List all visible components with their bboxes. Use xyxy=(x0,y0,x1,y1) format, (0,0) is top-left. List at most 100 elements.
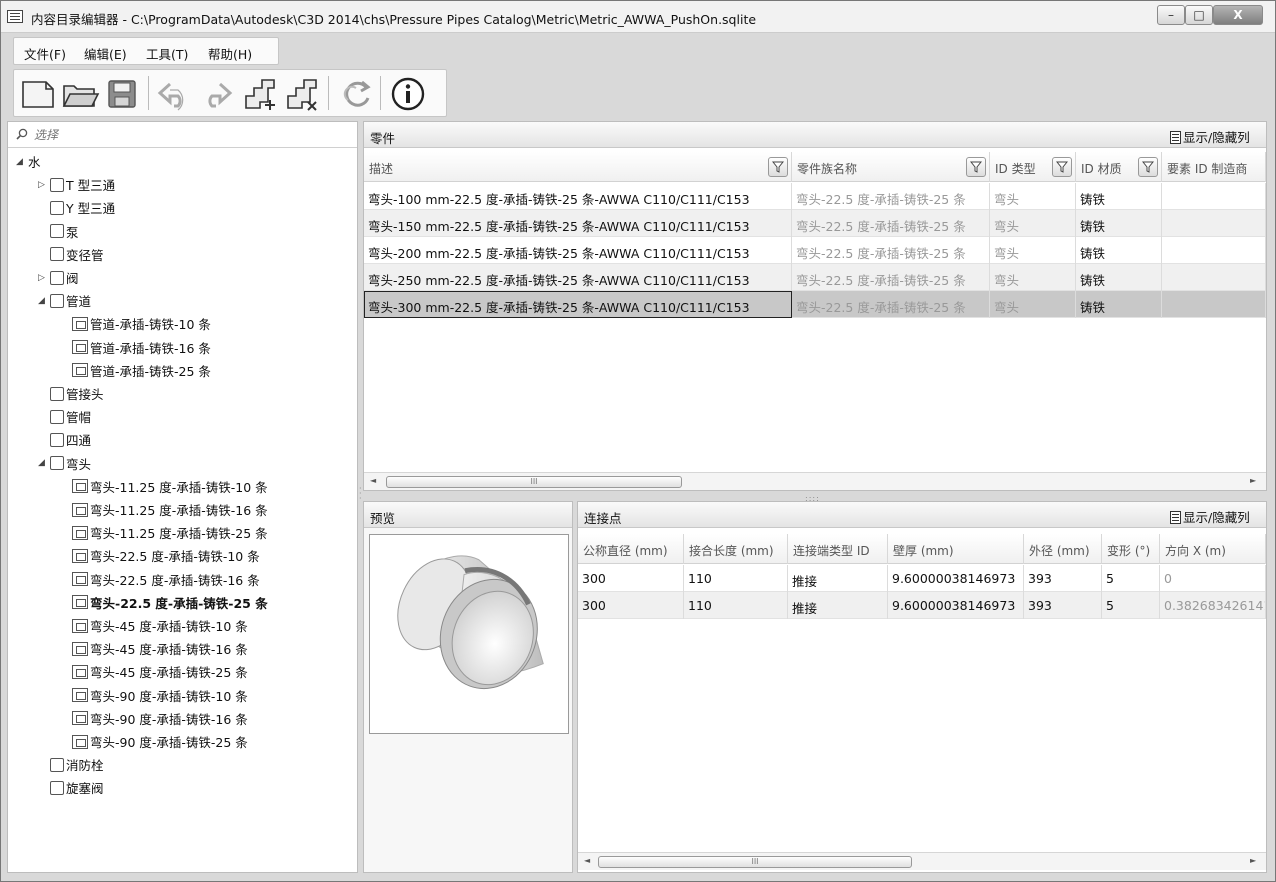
tree-item[interactable]: 弯头-22.5 度-承插-铸铁-16 条 xyxy=(60,570,260,592)
tree-item[interactable]: 变径管 xyxy=(38,245,104,267)
scroll-left-icon[interactable]: ◄ xyxy=(584,856,590,865)
undo-icon[interactable] xyxy=(154,74,194,114)
add-part-icon[interactable] xyxy=(240,74,280,114)
filter-icon[interactable] xyxy=(1138,157,1158,177)
tree-item[interactable]: 弯头-11.25 度-承插-铸铁-25 条 xyxy=(60,523,268,545)
connection-column-header[interactable]: 方向 X (m) xyxy=(1160,534,1266,564)
refresh-icon[interactable] xyxy=(336,74,376,114)
parts-column-header[interactable]: 描述 xyxy=(364,152,792,182)
table-cell[interactable] xyxy=(1162,264,1266,291)
table-cell[interactable]: 5 xyxy=(1102,565,1160,592)
tree-item[interactable]: 弯头-11.25 度-承插-铸铁-16 条 xyxy=(60,500,268,522)
parts-column-header[interactable]: 要素 ID 制造商 xyxy=(1162,152,1266,182)
redo-icon[interactable] xyxy=(196,74,236,114)
table-cell[interactable]: 弯头-100 mm-22.5 度-承插-铸铁-25 条-AWWA C110/C1… xyxy=(364,183,792,210)
scroll-right-icon[interactable]: ► xyxy=(1250,476,1256,485)
scroll-right-icon[interactable]: ► xyxy=(1250,856,1256,865)
search-input[interactable] xyxy=(34,125,334,145)
table-cell[interactable]: 铸铁 xyxy=(1076,210,1162,237)
table-cell[interactable]: 铸铁 xyxy=(1076,183,1162,210)
parts-column-header[interactable]: 零件族名称 xyxy=(792,152,990,182)
table-cell[interactable]: 110 xyxy=(684,592,788,619)
menu-file[interactable]: 文件(F) xyxy=(24,44,66,63)
connection-horizontal-scrollbar[interactable]: ◄ III ► xyxy=(578,852,1266,870)
tree-item[interactable]: 弯头-45 度-承插-铸铁-25 条 xyxy=(60,662,248,684)
table-cell[interactable]: 弯头-22.5 度-承插-铸铁-25 条 xyxy=(792,183,990,210)
filter-icon[interactable] xyxy=(1052,157,1072,177)
table-cell[interactable]: 铸铁 xyxy=(1076,291,1162,318)
connection-show-hide-columns-button[interactable]: 显示/隐藏列 xyxy=(1170,507,1250,526)
tree-item[interactable]: 消防栓 xyxy=(38,755,104,777)
table-cell[interactable]: 铸铁 xyxy=(1076,237,1162,264)
table-cell[interactable] xyxy=(1162,183,1266,210)
table-cell[interactable] xyxy=(1162,210,1266,237)
connection-column-header[interactable]: 外径 (mm) xyxy=(1024,534,1102,564)
tree-item[interactable]: 四通 xyxy=(38,430,91,452)
save-icon[interactable] xyxy=(102,74,142,114)
table-row[interactable]: 300 110 推接 9.60000038146973 393 5 0.3826834261… xyxy=(578,592,1266,619)
table-cell[interactable]: 0.382683426141 xyxy=(1160,592,1266,619)
menu-tools[interactable]: 工具(T) xyxy=(146,44,188,63)
table-cell[interactable]: 300 xyxy=(578,592,684,619)
tree-item[interactable]: ◢ 水 xyxy=(16,152,41,174)
tree-item[interactable]: Y 型三通 xyxy=(38,198,115,220)
vertical-splitter[interactable]: · · · xyxy=(359,485,362,506)
table-row[interactable]: 弯头-150 mm-22.5 度-承插-铸铁-25 条-AWWA C110/C1… xyxy=(364,210,1266,237)
tree-item[interactable]: 弯头-22.5 度-承插-铸铁-10 条 xyxy=(60,546,260,568)
connection-column-header[interactable]: 接合长度 (mm) xyxy=(684,534,788,564)
menu-help[interactable]: 帮助(H) xyxy=(208,44,252,63)
table-cell[interactable]: 弯头-200 mm-22.5 度-承插-铸铁-25 条-AWWA C110/C1… xyxy=(364,237,792,264)
tree-item[interactable]: 弯头-90 度-承插-铸铁-10 条 xyxy=(60,686,248,708)
table-row[interactable]: 300 110 推接 9.60000038146973 393 5 0 xyxy=(578,565,1266,592)
table-row[interactable]: 弯头-200 mm-22.5 度-承插-铸铁-25 条-AWWA C110/C1… xyxy=(364,237,1266,264)
filter-icon[interactable] xyxy=(768,157,788,177)
table-cell[interactable]: 9.60000038146973 xyxy=(888,592,1024,619)
connection-column-header[interactable]: 变形 (°) xyxy=(1102,534,1160,564)
table-row[interactable]: 弯头-250 mm-22.5 度-承插-铸铁-25 条-AWWA C110/C1… xyxy=(364,264,1266,291)
collapse-icon[interactable]: ◢ xyxy=(38,296,50,306)
scroll-left-icon[interactable]: ◄ xyxy=(370,476,376,485)
expand-icon[interactable]: ▷ xyxy=(38,273,50,283)
table-cell[interactable]: 弯头-300 mm-22.5 度-承插-铸铁-25 条-AWWA C110/C1… xyxy=(364,291,792,318)
table-cell[interactable]: 弯头 xyxy=(990,264,1076,291)
scroll-thumb[interactable]: III xyxy=(386,476,682,488)
scroll-thumb[interactable]: III xyxy=(598,856,912,868)
table-cell[interactable]: 弯头-150 mm-22.5 度-承插-铸铁-25 条-AWWA C110/C1… xyxy=(364,210,792,237)
table-row[interactable]: 弯头-100 mm-22.5 度-承插-铸铁-25 条-AWWA C110/C1… xyxy=(364,183,1266,210)
tree-item[interactable]: 管道-承插-铸铁-10 条 xyxy=(60,314,211,336)
table-cell[interactable]: 393 xyxy=(1024,592,1102,619)
parts-column-header[interactable]: ID 类型 xyxy=(990,152,1076,182)
connection-column-header[interactable]: 连接端类型 ID xyxy=(788,534,888,564)
parts-show-hide-columns-button[interactable]: 显示/隐藏列 xyxy=(1170,127,1250,146)
maximize-button[interactable]: □ xyxy=(1185,5,1213,25)
table-cell[interactable]: 弯头-22.5 度-承插-铸铁-25 条 xyxy=(792,237,990,264)
expand-icon[interactable]: ▷ xyxy=(38,180,50,190)
tree-item[interactable]: 弯头-11.25 度-承插-铸铁-10 条 xyxy=(60,477,268,499)
table-cell[interactable]: 110 xyxy=(684,565,788,592)
table-cell[interactable]: 5 xyxy=(1102,592,1160,619)
table-cell[interactable]: 铸铁 xyxy=(1076,264,1162,291)
new-icon[interactable] xyxy=(18,74,58,114)
table-cell[interactable]: 300 xyxy=(578,565,684,592)
table-cell[interactable]: 弯头-22.5 度-承插-铸铁-25 条 xyxy=(792,291,990,318)
parts-horizontal-scrollbar[interactable]: ◄ III ► xyxy=(364,472,1266,490)
table-cell[interactable] xyxy=(1162,237,1266,264)
tree-item[interactable]: 弯头-22.5 度-承插-铸铁-25 条 xyxy=(60,593,268,615)
tree-item[interactable]: ◢ 弯头 xyxy=(38,454,91,476)
table-cell[interactable]: 弯头 xyxy=(990,237,1076,264)
table-cell[interactable]: 推接 xyxy=(788,592,888,619)
table-cell[interactable]: 弯头-22.5 度-承插-铸铁-25 条 xyxy=(792,210,990,237)
tree-item[interactable]: 管帽 xyxy=(38,407,91,429)
preview-viewport[interactable] xyxy=(369,534,569,734)
menu-edit[interactable]: 编辑(E) xyxy=(84,44,127,63)
tree-item[interactable]: 弯头-90 度-承插-铸铁-16 条 xyxy=(60,709,248,731)
collapse-icon[interactable]: ◢ xyxy=(16,157,28,167)
filter-icon[interactable] xyxy=(966,157,986,177)
table-cell[interactable]: 弯头 xyxy=(990,210,1076,237)
parts-column-header[interactable]: ID 材质 xyxy=(1076,152,1162,182)
table-cell[interactable]: 弯头 xyxy=(990,183,1076,210)
table-cell[interactable]: 9.60000038146973 xyxy=(888,565,1024,592)
table-cell[interactable]: 弯头-250 mm-22.5 度-承插-铸铁-25 条-AWWA C110/C1… xyxy=(364,264,792,291)
close-button[interactable]: X xyxy=(1213,5,1263,25)
table-cell[interactable]: 0 xyxy=(1160,565,1266,592)
